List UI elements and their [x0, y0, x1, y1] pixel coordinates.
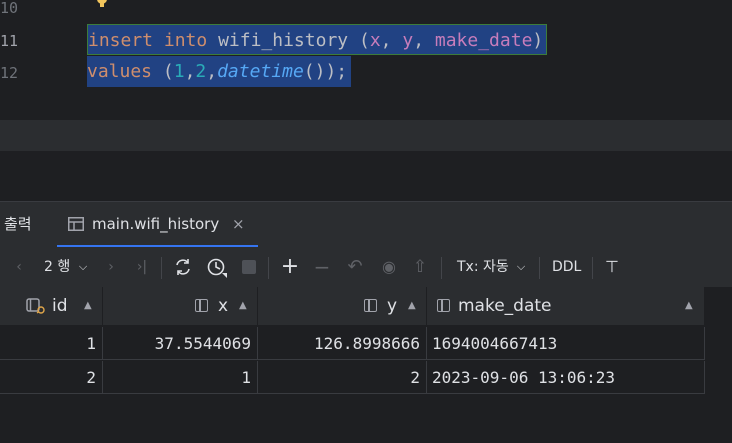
arrow-left-icon[interactable]: ‹	[12, 247, 26, 287]
close-icon[interactable]: ×	[232, 202, 245, 246]
revert-icon[interactable]: ↶	[345, 247, 365, 287]
number-literal: 1	[173, 61, 185, 82]
cell-y[interactable]: 126.8998666	[258, 327, 427, 360]
cell-y[interactable]: 2	[258, 361, 427, 394]
sort-icon[interactable]: ▲	[84, 287, 92, 325]
tab-main-wifi-history[interactable]: main.wifi_history ×	[57, 202, 258, 247]
results-tab-bar: 출력 main.wifi_history ×	[0, 201, 732, 247]
cell-make-date[interactable]: 2023-09-06 13:06:23	[427, 361, 705, 394]
comma: ,	[413, 30, 435, 51]
stop-icon[interactable]	[242, 260, 256, 274]
cell-make-date[interactable]: 1694004667413	[427, 327, 705, 360]
chevron-down-icon[interactable]: ⌵	[515, 247, 527, 287]
sort-icon[interactable]: ▲	[685, 287, 693, 325]
column-name: make_date	[458, 296, 552, 316]
column-header-y[interactable]: y ▲	[258, 287, 427, 325]
line-number: 12	[0, 64, 19, 82]
pin-icon[interactable]: ⊤	[604, 247, 620, 287]
history-icon[interactable]	[206, 257, 228, 279]
line-number: 11	[0, 32, 19, 50]
cell-x[interactable]: 1	[103, 361, 258, 394]
call-tail: ());	[303, 61, 348, 82]
comma: ,	[184, 61, 196, 82]
paren-open: (	[162, 61, 174, 82]
results-grid: id ▲ x ▲ y ▲ make_date ▲ 1 37.5544069 12…	[0, 287, 732, 443]
row-count-selector[interactable]: 2 행	[44, 247, 70, 287]
divider	[161, 257, 162, 279]
arrow-right-icon[interactable]: ›	[104, 247, 118, 287]
tab-output[interactable]: 출력	[4, 202, 32, 247]
ddl-button[interactable]: DDL	[552, 247, 581, 287]
code-line-11[interactable]: insert into wifi_history (x, y, make_dat…	[87, 24, 547, 55]
column-icon	[437, 299, 450, 312]
column-header-id[interactable]: id ▲	[0, 287, 103, 325]
column-make-date: make_date	[434, 30, 533, 51]
submit-icon[interactable]: ⇧	[411, 247, 429, 287]
column-y: y	[402, 30, 414, 51]
column-header-make-date[interactable]: make_date ▲	[427, 287, 705, 325]
number-literal: 2	[195, 61, 207, 82]
divider	[268, 257, 269, 279]
chevron-down-icon[interactable]: ⌵	[77, 247, 89, 287]
column-name: id	[52, 296, 68, 316]
last-page-icon[interactable]: ›|	[134, 247, 150, 287]
remove-row-icon[interactable]: −	[313, 247, 331, 287]
comma: ,	[206, 61, 218, 82]
paren-close: )	[532, 30, 544, 51]
code-line-12[interactable]: values (1,2,datetime());	[87, 56, 351, 87]
comma: ,	[380, 30, 403, 51]
keyword-into: into	[163, 30, 208, 51]
column-icon	[195, 299, 208, 312]
cell-id[interactable]: 2	[0, 361, 103, 394]
divider	[441, 257, 442, 279]
column-header-x[interactable]: x ▲	[103, 287, 258, 325]
preview-icon[interactable]: ◉	[377, 247, 401, 287]
line-number: 10	[0, 0, 19, 17]
keyword-values: values	[87, 61, 153, 82]
column-icon	[364, 299, 377, 312]
sort-icon[interactable]: ▲	[408, 287, 416, 325]
transaction-mode-selector[interactable]: Tx: 자동	[457, 247, 509, 287]
intention-bulb-icon[interactable]	[96, 0, 108, 10]
key-column-icon	[26, 298, 45, 314]
refresh-icon[interactable]	[173, 257, 193, 277]
tab-label: main.wifi_history	[92, 215, 220, 233]
divider	[592, 257, 593, 279]
sql-editor[interactable]: 10 11 12 insert into wifi_history (x, y,…	[0, 0, 732, 120]
column-name: x	[218, 296, 229, 316]
panel-gap	[0, 151, 732, 201]
column-x: x	[369, 30, 381, 51]
keyword-insert: insert	[88, 30, 154, 51]
results-toolbar: ‹ 2 행 ⌵ › ›| + − ↶ ◉ ⇧ Tx: 자동 ⌵ DDL ⊤	[0, 247, 732, 287]
cell-x[interactable]: 37.5544069	[103, 327, 258, 360]
paren-open: (	[358, 30, 370, 51]
table-icon	[68, 217, 84, 231]
column-name: y	[387, 296, 398, 316]
cell-id[interactable]: 1	[0, 327, 103, 360]
sort-icon[interactable]: ▲	[239, 287, 247, 325]
table-name: wifi_history	[218, 30, 349, 51]
add-row-icon[interactable]: +	[280, 247, 300, 287]
editor-footer-bar	[0, 120, 732, 151]
function-datetime: datetime	[217, 61, 304, 82]
divider	[539, 257, 540, 279]
